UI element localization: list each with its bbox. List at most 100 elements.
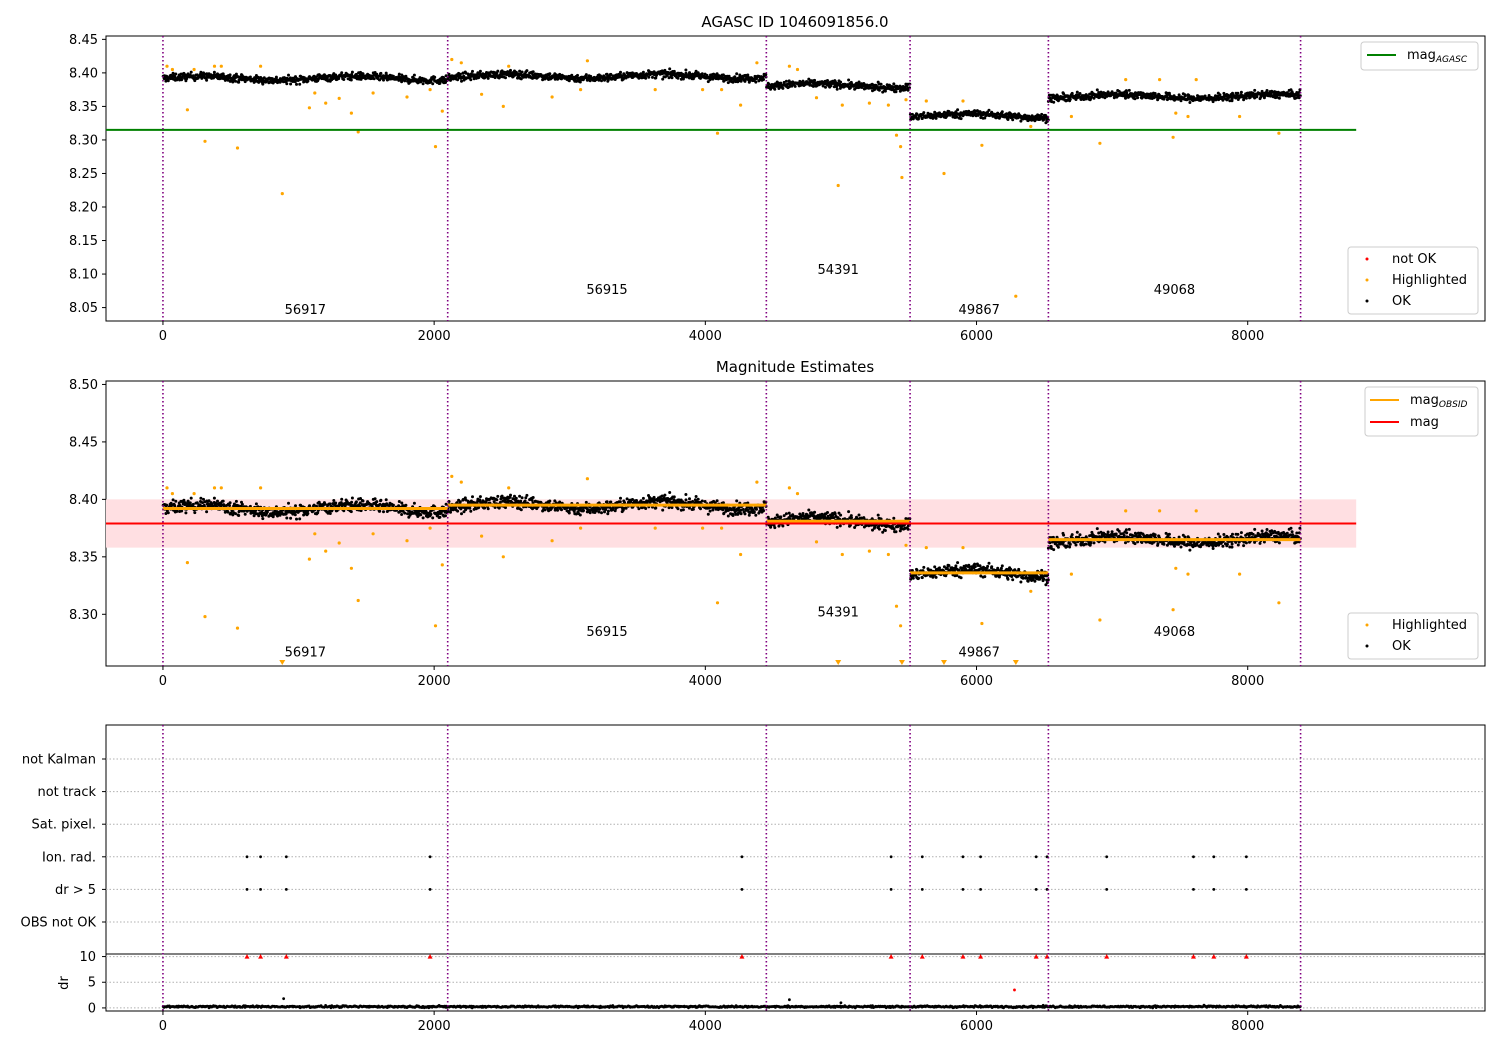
ok-point <box>824 85 827 89</box>
ok-point <box>289 516 293 520</box>
ok-point <box>779 515 783 519</box>
highlighted-point <box>1029 124 1033 129</box>
ok-point <box>1110 530 1114 534</box>
ok-point <box>306 512 310 515</box>
ok-point <box>293 513 297 517</box>
ok-point <box>1265 89 1269 92</box>
ok-point <box>699 507 702 511</box>
ok-point <box>1019 580 1023 584</box>
ok-point <box>431 516 435 520</box>
ok-point <box>525 69 529 73</box>
ok-point <box>741 507 745 511</box>
ok-point <box>826 511 829 514</box>
ok-point <box>618 500 622 504</box>
ok-point <box>752 510 756 514</box>
ok-point <box>1133 542 1137 546</box>
p1-ytick-label-8.45: 8.45 <box>69 33 98 48</box>
ok-point <box>641 496 645 500</box>
ok-point <box>917 576 920 580</box>
ok-point <box>1277 96 1281 100</box>
ok-point <box>700 72 704 76</box>
p1-ytick-label-8.30: 8.30 <box>69 133 98 148</box>
ok-point <box>637 507 641 511</box>
ok-point <box>684 493 688 496</box>
ok-point <box>261 517 265 521</box>
ok-point <box>911 576 915 580</box>
highlighted-point <box>867 101 872 105</box>
ok-point <box>519 508 523 512</box>
ok-point <box>295 517 298 521</box>
highlighted-point <box>942 171 946 176</box>
ok-point <box>1095 527 1099 531</box>
ok-point <box>243 512 247 516</box>
highlighted-point <box>550 95 554 99</box>
ok-point <box>412 501 416 505</box>
ok-point <box>1000 564 1004 568</box>
ok-point <box>623 501 626 504</box>
ok-point <box>934 575 938 579</box>
ok-point <box>166 79 170 83</box>
highlighted-point <box>1158 78 1162 82</box>
panel1-legend-top: magAGASC <box>1360 41 1479 71</box>
ok-point <box>199 70 203 74</box>
ok-point <box>838 524 842 528</box>
highlighted-point <box>924 99 928 103</box>
ok-point <box>495 498 499 502</box>
ok-point <box>1068 545 1072 549</box>
highlighted-point <box>337 96 341 100</box>
ok-point <box>189 70 193 74</box>
ok-point <box>375 500 379 504</box>
p1-ytick-label-8.15: 8.15 <box>69 234 98 249</box>
p1-xtick-label-2000: 2000 <box>418 329 451 344</box>
ok-point <box>496 494 500 498</box>
highlighted-point <box>405 95 409 99</box>
ok-point <box>813 78 817 82</box>
ok-point <box>433 75 437 79</box>
ok-point <box>754 513 758 517</box>
ok-point <box>850 516 853 520</box>
ok-point <box>342 78 346 81</box>
ok-point <box>1075 530 1079 534</box>
ok-point <box>285 516 289 520</box>
ok-point <box>606 509 610 513</box>
ok-point <box>668 491 672 494</box>
highlighted-point <box>307 106 311 110</box>
ok-point <box>1056 545 1060 549</box>
ok-point <box>349 510 353 514</box>
highlighted-point <box>1171 135 1175 139</box>
ok-point <box>257 514 261 518</box>
highlighted-point <box>313 91 317 95</box>
ok-point <box>221 499 225 503</box>
highlighted-point <box>1124 78 1128 82</box>
ok-point <box>384 498 388 502</box>
highlighted-point <box>894 133 899 137</box>
ok-point <box>471 495 474 499</box>
ok-point <box>739 512 743 516</box>
ok-point <box>1052 548 1056 552</box>
ok-point <box>478 495 482 499</box>
ok-point <box>600 511 603 515</box>
ok-point <box>715 499 719 503</box>
ok-point <box>735 499 739 503</box>
panel1-title: AGASC ID 1046091856.0 <box>701 13 888 31</box>
highlighted-point <box>715 131 720 135</box>
ok-point <box>1009 567 1013 571</box>
ok-point <box>1075 90 1079 94</box>
ok-point <box>421 82 425 86</box>
ok-point <box>548 72 552 76</box>
highlighted-point <box>980 143 984 147</box>
ok-point <box>1074 543 1078 547</box>
figure: AGASC ID 1046091856.0 569175691554391498… <box>21 13 1486 1034</box>
ok-point <box>987 108 991 112</box>
ok-point <box>1230 97 1234 101</box>
ok-point <box>1140 541 1144 544</box>
ok-point <box>619 70 622 74</box>
ok-point <box>1092 541 1096 545</box>
ok-point <box>289 82 293 86</box>
ok-point <box>294 504 297 508</box>
ok-point <box>350 500 354 504</box>
ok-point <box>706 512 710 516</box>
ok-point <box>188 501 192 505</box>
ok-point <box>458 72 462 76</box>
ok-point <box>340 71 344 75</box>
